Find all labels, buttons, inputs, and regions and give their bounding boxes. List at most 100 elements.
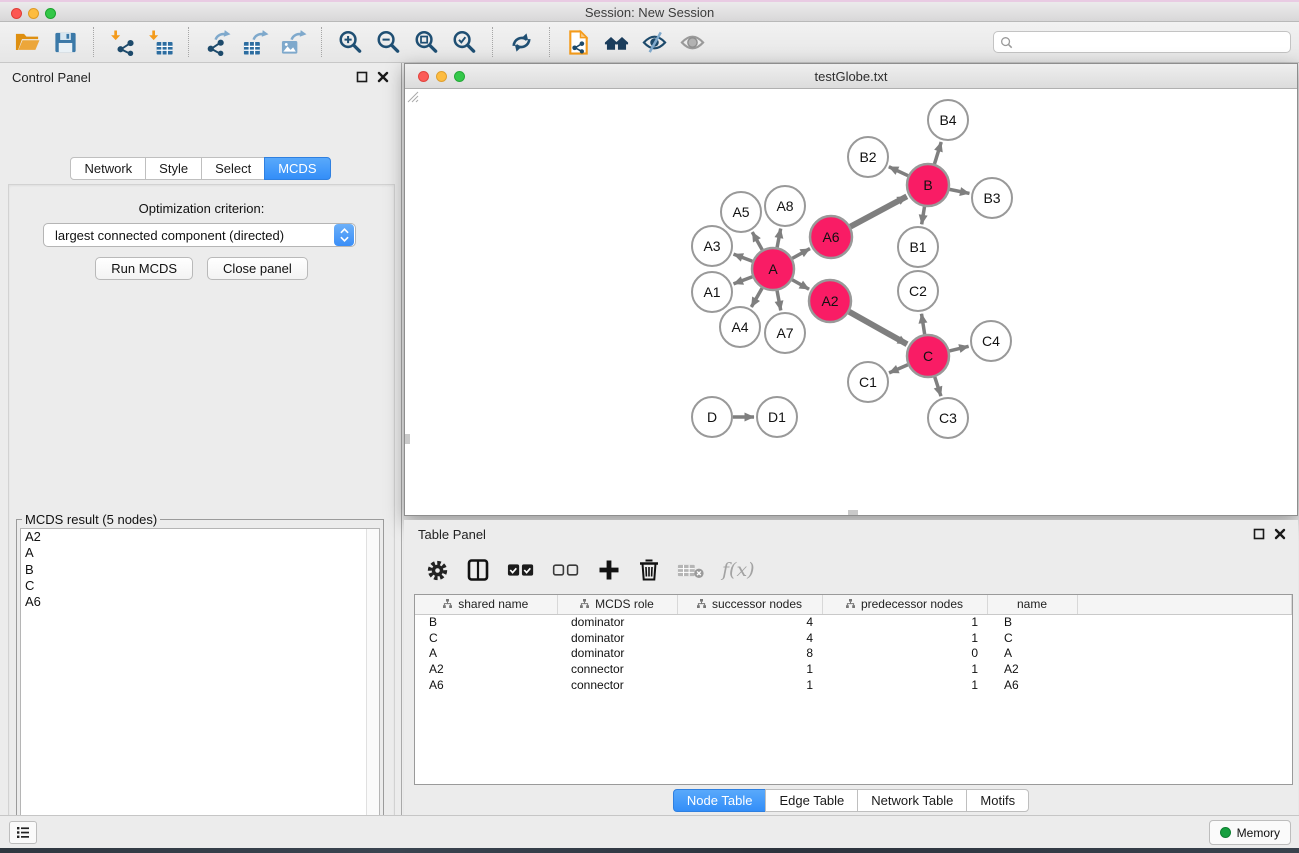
table-row[interactable]: A2connector11A2 — [415, 661, 1292, 677]
table-tab-edge-table[interactable]: Edge Table — [765, 789, 858, 812]
columns-icon[interactable] — [466, 558, 490, 582]
table-row[interactable]: A6connector11A6 — [415, 677, 1292, 693]
graph-node-C2[interactable]: C2 — [898, 271, 938, 311]
close-table-panel-icon[interactable] — [1274, 528, 1286, 540]
graph-node-B3[interactable]: B3 — [972, 178, 1012, 218]
deselect-all-icon[interactable] — [552, 562, 580, 578]
resize-grip[interactable] — [405, 89, 419, 103]
mcds-result-item[interactable]: A2 — [21, 529, 379, 545]
graph-edge-A-A4[interactable] — [751, 288, 762, 307]
graph-edge-C-C2[interactable] — [921, 314, 924, 335]
graph-node-B1[interactable]: B1 — [898, 227, 938, 267]
gear-icon[interactable] — [426, 559, 449, 582]
graph-node-A6[interactable]: A6 — [810, 216, 852, 258]
graph-edge-A2-C[interactable] — [849, 312, 907, 344]
show-graphics-icon[interactable] — [673, 25, 711, 59]
mcds-result-item[interactable]: A6 — [21, 594, 379, 610]
graph-node-A7[interactable]: A7 — [765, 313, 805, 353]
save-session-icon[interactable] — [46, 25, 84, 59]
graph-edge-B-B1[interactable] — [922, 207, 925, 225]
graph-node-A4[interactable]: A4 — [720, 307, 760, 347]
delete-column-icon[interactable] — [638, 558, 660, 582]
home-icon[interactable] — [597, 25, 635, 59]
graph-node-A5[interactable]: A5 — [721, 192, 761, 232]
graph-edge-C-C4[interactable] — [949, 346, 968, 351]
add-column-icon[interactable] — [597, 558, 621, 582]
import-network-icon[interactable] — [103, 25, 141, 59]
graph-node-B[interactable]: B — [907, 164, 949, 206]
float-table-panel-icon[interactable] — [1253, 528, 1265, 540]
graph-edge-A-A2[interactable] — [792, 280, 809, 289]
graph-node-D[interactable]: D — [692, 397, 732, 437]
select-all-icon[interactable] — [507, 562, 535, 578]
graph-node-A3[interactable]: A3 — [692, 226, 732, 266]
open-file-icon[interactable] — [8, 25, 46, 59]
tab-network[interactable]: Network — [70, 157, 146, 180]
table-tab-network-table[interactable]: Network Table — [857, 789, 967, 812]
delete-table-icon[interactable] — [677, 562, 705, 579]
graph-edge-B-B4[interactable] — [934, 142, 941, 164]
network-canvas[interactable]: AA1A2A3A4A5A6A7A8BB1B2B3B4CC1C2C3C4DD1 — [405, 89, 1297, 515]
graph-edge-B-B2[interactable] — [889, 167, 908, 176]
graph-node-A2[interactable]: A2 — [809, 280, 851, 322]
table-row[interactable]: Cdominator41C — [415, 630, 1292, 646]
graph-node-C1[interactable]: C1 — [848, 362, 888, 402]
mcds-result-item[interactable]: B — [21, 562, 379, 578]
export-image-icon[interactable] — [274, 25, 312, 59]
graph-edge-A-A3[interactable] — [734, 254, 753, 261]
graph-edge-A-A7[interactable] — [777, 291, 781, 311]
criterion-dropdown[interactable]: largest connected component (directed) — [43, 223, 356, 247]
mcds-result-item[interactable]: A — [21, 545, 379, 561]
table-row[interactable]: Bdominator41B — [415, 614, 1292, 630]
function-builder-icon[interactable]: f(x) — [722, 559, 755, 581]
graph-node-A[interactable]: A — [752, 248, 794, 290]
zoom-out-icon[interactable] — [369, 25, 407, 59]
task-history-button[interactable] — [9, 821, 37, 844]
column-header-predecessor-nodes[interactable]: predecessor nodes — [822, 595, 987, 614]
zoom-fit-icon[interactable] — [407, 25, 445, 59]
graph-node-B4[interactable]: B4 — [928, 100, 968, 140]
zoom-selected-icon[interactable] — [445, 25, 483, 59]
vertical-scroll-thumb[interactable] — [405, 434, 410, 444]
apply-layout-icon[interactable] — [502, 25, 540, 59]
search-field[interactable] — [993, 31, 1291, 53]
tab-style[interactable]: Style — [145, 157, 202, 180]
graph-edge-A-A1[interactable] — [734, 277, 753, 284]
graph-edge-B-B3[interactable] — [950, 189, 970, 193]
graph-edge-A-A5[interactable] — [752, 232, 762, 250]
column-header-name[interactable]: name — [987, 595, 1077, 614]
close-panel-button[interactable]: Close panel — [207, 257, 308, 280]
column-header-MCDS-role[interactable]: MCDS role — [557, 595, 677, 614]
zoom-in-icon[interactable] — [331, 25, 369, 59]
import-table-icon[interactable] — [141, 25, 179, 59]
memory-button[interactable]: Memory — [1209, 820, 1291, 845]
graph-node-C3[interactable]: C3 — [928, 398, 968, 438]
graph-node-A1[interactable]: A1 — [692, 272, 732, 312]
table-tab-motifs[interactable]: Motifs — [966, 789, 1029, 812]
export-table-icon[interactable] — [236, 25, 274, 59]
graph-edge-C-C3[interactable] — [935, 377, 941, 396]
new-network-from-file-icon[interactable] — [559, 25, 597, 59]
graph-node-A8[interactable]: A8 — [765, 186, 805, 226]
column-header-successor-nodes[interactable]: successor nodes — [677, 595, 822, 614]
result-scrollbar[interactable] — [366, 529, 379, 853]
graph-node-C[interactable]: C — [907, 335, 949, 377]
graph-edge-A6-B[interactable] — [850, 196, 906, 226]
graph-edge-A-A8[interactable] — [777, 229, 781, 248]
graph-node-D1[interactable]: D1 — [757, 397, 797, 437]
toggle-details-icon[interactable] — [635, 25, 673, 59]
mcds-result-item[interactable]: C — [21, 578, 379, 594]
export-network-icon[interactable] — [198, 25, 236, 59]
table-tab-node-table[interactable]: Node Table — [673, 789, 767, 812]
column-header-shared-name[interactable]: shared name — [415, 595, 557, 614]
table-row[interactable]: Adominator80A — [415, 645, 1292, 661]
graph-edge-C-C1[interactable] — [889, 365, 908, 373]
run-mcds-button[interactable]: Run MCDS — [95, 257, 193, 280]
graph-edge-A-A6[interactable] — [792, 249, 810, 259]
tab-mcds[interactable]: MCDS — [264, 157, 330, 180]
mcds-result-list[interactable]: A2ABCA6 — [20, 528, 380, 853]
graph-node-C4[interactable]: C4 — [971, 321, 1011, 361]
tab-select[interactable]: Select — [201, 157, 265, 180]
float-panel-icon[interactable] — [356, 71, 368, 83]
horizontal-scroll-thumb[interactable] — [848, 510, 858, 515]
